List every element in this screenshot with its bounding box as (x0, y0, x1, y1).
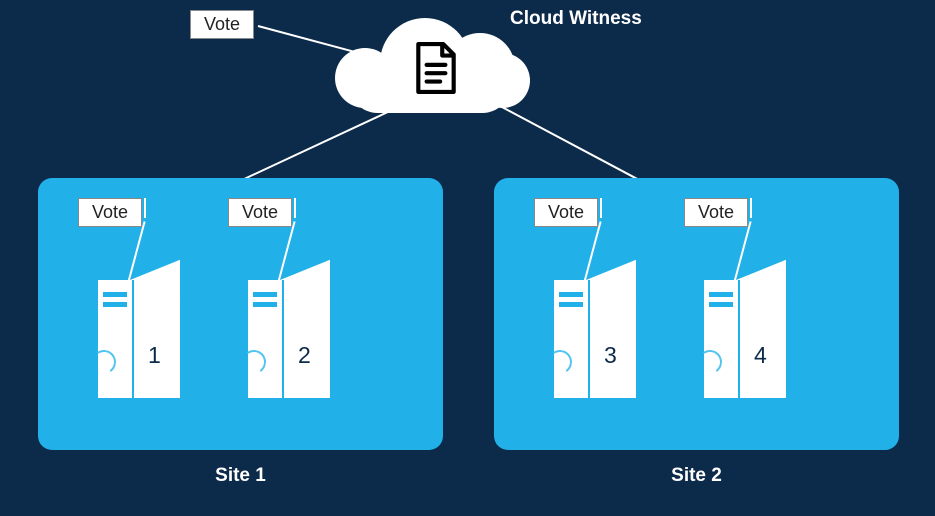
diagram-viewport: Cloud Witness Vote Vote 1 Vote (0, 0, 935, 516)
server-1: Vote 1 (78, 188, 198, 408)
server-number: 4 (754, 342, 767, 369)
site-1: Vote 1 Vote (38, 178, 443, 450)
server-icon: 2 (248, 280, 330, 398)
server-1-vote-tag: Vote (78, 198, 142, 227)
witness-vote-tag: Vote (190, 10, 254, 39)
site-2: Vote 3 Vote (494, 178, 899, 450)
cloud-witness-label: Cloud Witness (510, 8, 642, 30)
site-1-label: Site 1 (38, 465, 443, 487)
server-icon: 4 (704, 280, 786, 398)
server-2: Vote 2 (228, 188, 348, 408)
server-3: Vote 3 (534, 188, 654, 408)
server-number: 2 (298, 342, 311, 369)
document-icon (415, 42, 457, 94)
server-icon: 1 (98, 280, 180, 398)
server-icon: 3 (554, 280, 636, 398)
site-2-label: Site 2 (494, 465, 899, 487)
server-3-vote-tag: Vote (534, 198, 598, 227)
server-number: 1 (148, 342, 161, 369)
server-4: Vote 4 (684, 188, 804, 408)
server-4-vote-tag: Vote (684, 198, 748, 227)
server-2-vote-tag: Vote (228, 198, 292, 227)
server-number: 3 (604, 342, 617, 369)
